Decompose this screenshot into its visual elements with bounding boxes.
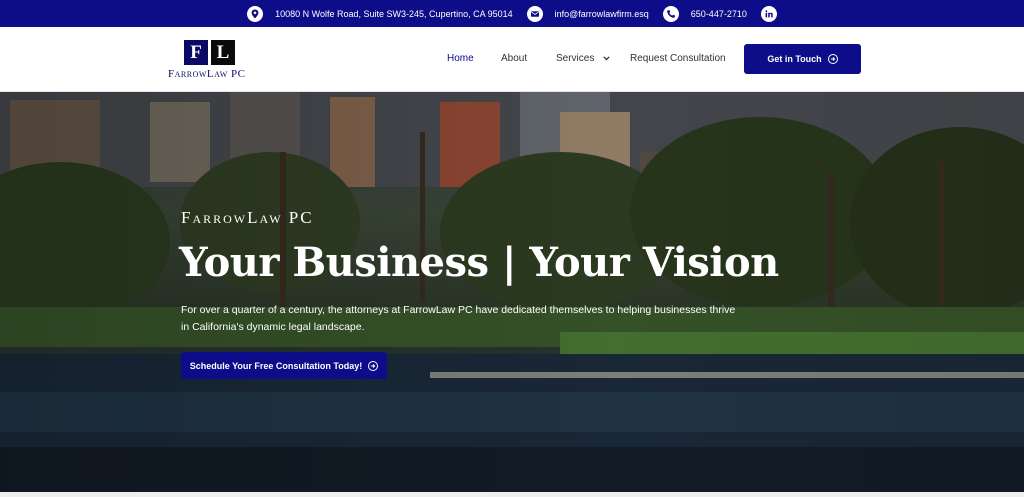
hero-description: For over a quarter of a century, the att…	[181, 304, 736, 333]
bottom-strip	[0, 492, 1024, 497]
hero-title: Your Business | Your Vision	[179, 239, 779, 286]
chevron-down-icon	[603, 53, 610, 64]
nav-services[interactable]: Services	[556, 53, 610, 64]
hero-overlay	[0, 92, 1024, 492]
nav-request-consultation[interactable]: Request Consultation	[630, 53, 726, 64]
logo-letter-f: F	[184, 40, 208, 65]
get-in-touch-button[interactable]: Get in Touch	[744, 44, 861, 74]
top-info-bar: 10080 N Wolfe Road, Suite SW3-245, Cuper…	[0, 0, 1024, 27]
nav-home[interactable]: Home	[447, 53, 474, 64]
schedule-consultation-label: Schedule Your Free Consultation Today!	[189, 360, 363, 371]
logo[interactable]: F L FarrowLaw PC	[168, 40, 254, 80]
address-item: 10080 N Wolfe Road, Suite SW3-245, Cuper…	[247, 5, 513, 22]
hero-section: FarrowLaw PC Your Business | Your Vision…	[0, 92, 1024, 492]
logo-name: FarrowLaw PC	[168, 68, 246, 80]
linkedin-icon[interactable]	[760, 5, 777, 22]
envelope-icon	[526, 5, 543, 22]
hero-eyebrow: FarrowLaw PC	[181, 208, 314, 227]
arrow-right-icon	[827, 54, 838, 64]
arrow-right-icon	[368, 360, 379, 371]
address-text: 10080 N Wolfe Road, Suite SW3-245, Cuper…	[275, 8, 513, 19]
logo-letter-l: L	[211, 40, 235, 65]
phone-icon	[662, 5, 679, 22]
nav-services-label: Services	[556, 53, 595, 64]
location-pin-icon	[247, 5, 264, 22]
get-in-touch-label: Get in Touch	[767, 54, 822, 64]
nav-about[interactable]: About	[501, 53, 527, 64]
email-link[interactable]: info@farrowlawfirm.esq	[555, 9, 649, 19]
phone-item[interactable]: 650-447-2710	[662, 5, 747, 22]
schedule-consultation-button[interactable]: Schedule Your Free Consultation Today!	[181, 352, 387, 379]
site-header: F L FarrowLaw PC Home About Services Req…	[0, 27, 1024, 92]
phone-link[interactable]: 650-447-2710	[691, 9, 747, 19]
email-item[interactable]: info@farrowlawfirm.esq	[526, 5, 649, 22]
